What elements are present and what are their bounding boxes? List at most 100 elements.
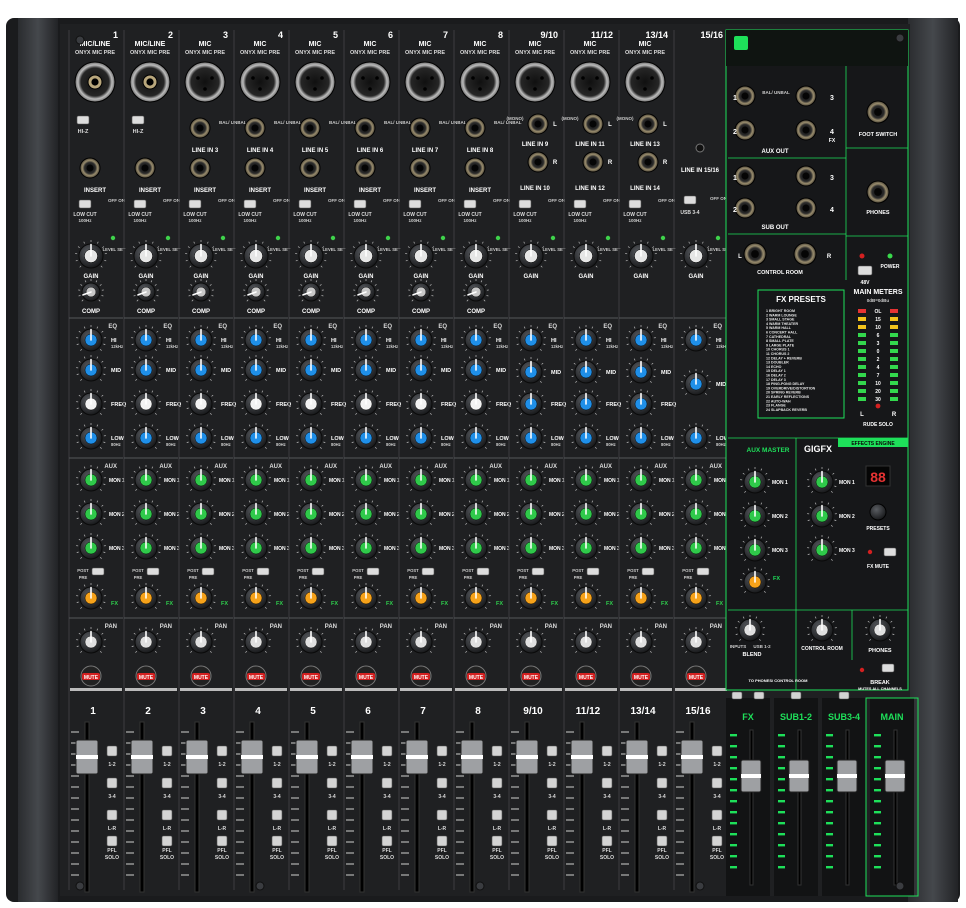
bus-assign-button[interactable] [381, 809, 393, 821]
bus-assign-button[interactable] [161, 777, 173, 789]
control-room-left-jack[interactable] [743, 242, 767, 266]
combo-input-jack[interactable] [74, 61, 116, 103]
line-input-right-jack[interactable] [637, 151, 659, 173]
bus-assign-button[interactable] [601, 777, 613, 789]
bus-assign-button[interactable] [381, 777, 393, 789]
line-input-jack[interactable] [464, 117, 486, 139]
usb-switch[interactable] [683, 195, 697, 205]
bus-assign-button[interactable] [546, 777, 558, 789]
pre-post-switch[interactable] [146, 567, 160, 576]
foot-switch-jack[interactable] [866, 100, 890, 124]
sub-to-lr-button[interactable] [790, 691, 802, 700]
insert-jack[interactable] [409, 157, 431, 179]
line-input-left-jack[interactable] [582, 113, 604, 135]
pfl-button[interactable] [601, 835, 613, 847]
xlr-socket[interactable] [514, 61, 556, 103]
xlr-input-jack[interactable] [239, 61, 281, 103]
pre-post-switch[interactable] [366, 567, 380, 576]
low-cut-switch[interactable] [188, 199, 202, 209]
xlr-input-jack[interactable] [294, 61, 336, 103]
low-cut-switch[interactable] [353, 199, 367, 209]
line-input-jack[interactable] [409, 117, 431, 139]
pre-post-switch[interactable] [201, 567, 215, 576]
xlr-socket[interactable] [239, 61, 281, 103]
bus-assign-button[interactable] [161, 809, 173, 821]
xlr-socket[interactable] [569, 61, 611, 103]
low-cut-switch[interactable] [628, 199, 642, 209]
pre-post-switch[interactable] [311, 567, 325, 576]
bus-assign-button[interactable] [436, 777, 448, 789]
insert-jack[interactable] [189, 157, 211, 179]
line-input-left-jack[interactable] [527, 113, 549, 135]
bus-assign-button[interactable] [546, 745, 558, 757]
aux-out-jack-3[interactable] [734, 119, 756, 141]
line-input-jack[interactable] [244, 117, 266, 139]
insert-jack[interactable] [354, 157, 376, 179]
pfl-button[interactable] [381, 835, 393, 847]
pfl-button[interactable] [216, 835, 228, 847]
line-input-left-jack[interactable] [637, 113, 659, 135]
xlr-socket[interactable] [404, 61, 446, 103]
hi-z-switch[interactable] [131, 115, 145, 125]
line-input-right-jack[interactable] [527, 151, 549, 173]
low-cut-switch[interactable] [298, 199, 312, 209]
line-input-jack[interactable] [354, 117, 376, 139]
pre-post-switch[interactable] [421, 567, 435, 576]
sub-to-lr-button[interactable] [838, 691, 850, 700]
bus-assign-button[interactable] [326, 777, 338, 789]
bus-assign-button[interactable] [656, 745, 668, 757]
xlr-socket[interactable] [624, 61, 666, 103]
insert-jack[interactable] [464, 157, 486, 179]
low-cut-switch[interactable] [78, 199, 92, 209]
bus-assign-button[interactable] [491, 777, 503, 789]
line-input-right-jack[interactable] [582, 151, 604, 173]
pfl-button[interactable] [271, 835, 283, 847]
bus-assign-button[interactable] [436, 745, 448, 757]
xlr-socket[interactable] [349, 61, 391, 103]
xlr-input-jack[interactable] [404, 61, 446, 103]
pre-post-switch[interactable] [476, 567, 490, 576]
pfl-button[interactable] [546, 835, 558, 847]
xlr-socket[interactable] [294, 61, 336, 103]
pre-post-switch[interactable] [91, 567, 105, 576]
aux-out-jack-4[interactable] [795, 119, 817, 141]
bus-assign-button[interactable] [491, 809, 503, 821]
xlr-input-jack[interactable] [349, 61, 391, 103]
bus-assign-button[interactable] [601, 745, 613, 757]
fx-mute-button[interactable] [883, 547, 897, 557]
low-cut-switch[interactable] [518, 199, 532, 209]
bus-assign-button[interactable] [546, 809, 558, 821]
bus-assign-button[interactable] [161, 745, 173, 757]
combo-input-jack[interactable] [129, 61, 171, 103]
bus-assign-button[interactable] [491, 745, 503, 757]
bus-assign-button[interactable] [271, 777, 283, 789]
sub-out-jack-3[interactable] [734, 197, 756, 219]
insert-jack[interactable] [244, 157, 266, 179]
bus-assign-button[interactable] [326, 809, 338, 821]
bus-assign-button[interactable] [216, 809, 228, 821]
low-cut-switch[interactable] [573, 199, 587, 209]
presets-knob[interactable] [869, 503, 887, 521]
bus-assign-button[interactable] [656, 777, 668, 789]
break-button[interactable] [881, 663, 895, 673]
bus-assign-button[interactable] [381, 745, 393, 757]
pre-post-switch[interactable] [696, 567, 710, 576]
bus-assign-button[interactable] [711, 745, 723, 757]
bus-assign-button[interactable] [216, 777, 228, 789]
bus-assign-button[interactable] [711, 809, 723, 821]
bus-assign-button[interactable] [601, 809, 613, 821]
pre-post-switch[interactable] [531, 567, 545, 576]
bus-assign-button[interactable] [106, 745, 118, 757]
pfl-button[interactable] [711, 835, 723, 847]
bus-assign-button[interactable] [106, 777, 118, 789]
pfl-button[interactable] [491, 835, 503, 847]
pfl-button[interactable] [161, 835, 173, 847]
low-cut-switch[interactable] [408, 199, 422, 209]
bus-assign-button[interactable] [656, 809, 668, 821]
xlr-input-jack[interactable] [184, 61, 226, 103]
bus-assign-button[interactable] [436, 809, 448, 821]
insert-jack[interactable] [134, 157, 156, 179]
sub-out-jack-2[interactable] [795, 165, 817, 187]
bus-assign-button[interactable] [216, 745, 228, 757]
bus-assign-button[interactable] [271, 745, 283, 757]
